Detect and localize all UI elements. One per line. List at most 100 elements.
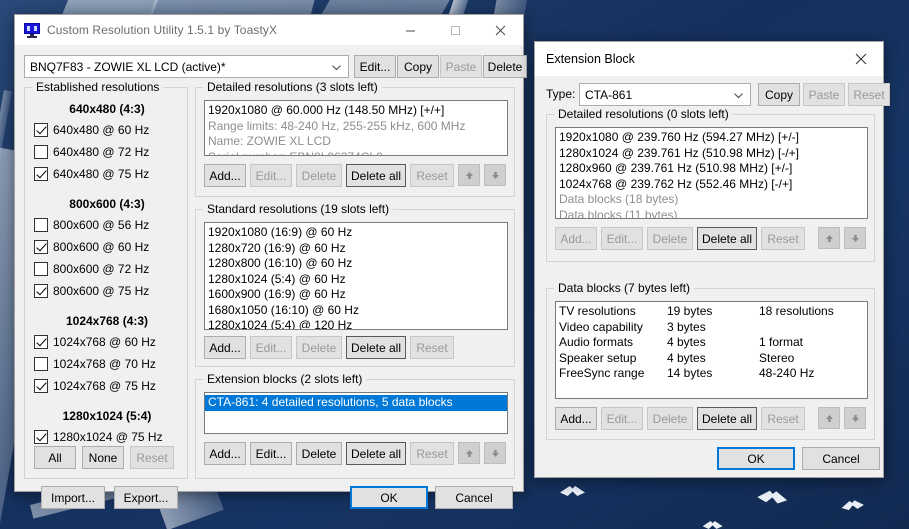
detailed-resolutions-list[interactable]: 1920x1080 @ 60.000 Hz (148.50 MHz) [+/+]…: [204, 100, 508, 156]
list-item[interactable]: Name: ZOWIE XL LCD: [205, 134, 507, 150]
established-checkbox-row[interactable]: 800x600 @ 72 Hz: [34, 258, 180, 280]
checkbox-icon[interactable]: [34, 430, 48, 444]
list-item[interactable]: 1600x900 (16:9) @ 60 Hz: [205, 287, 507, 303]
dialog-ok-button[interactable]: OK: [717, 447, 795, 470]
checkbox-icon[interactable]: [34, 379, 48, 393]
table-row[interactable]: Video capability 3 bytes: [556, 320, 867, 336]
dialog-detailed-reset-button[interactable]: Reset: [761, 227, 805, 250]
detailed-move-down-button[interactable]: [484, 164, 506, 186]
list-item[interactable]: 1680x1050 (16:10) @ 60 Hz: [205, 303, 507, 319]
dialog-detailed-move-down-button[interactable]: [844, 227, 866, 249]
delete-edid-button[interactable]: Delete: [483, 55, 527, 78]
list-item[interactable]: Data blocks (18 bytes): [556, 192, 867, 208]
list-item[interactable]: Data blocks (11 bytes): [556, 208, 867, 219]
standard-edit-button[interactable]: Edit...: [250, 336, 292, 359]
checkbox-icon[interactable]: [34, 123, 48, 137]
standard-delete-button[interactable]: Delete: [296, 336, 342, 359]
dialog-detailed-delete-all-button[interactable]: Delete all: [697, 227, 757, 250]
list-item[interactable]: 1280x1024 (5:4) @ 60 Hz: [205, 272, 507, 288]
edit-edid-button[interactable]: Edit...: [354, 55, 396, 78]
detailed-delete-button[interactable]: Delete: [296, 164, 342, 187]
standard-add-button[interactable]: Add...: [204, 336, 246, 359]
standard-delete-all-button[interactable]: Delete all: [346, 336, 406, 359]
detailed-edit-button[interactable]: Edit...: [250, 164, 292, 187]
extension-move-up-button[interactable]: [458, 442, 480, 464]
established-checkbox-row[interactable]: 1280x1024 @ 75 Hz: [34, 426, 180, 448]
data-blocks-delete-button[interactable]: Delete: [647, 407, 693, 430]
extension-delete-all-button[interactable]: Delete all: [346, 442, 406, 465]
established-reset-button[interactable]: Reset: [130, 446, 174, 469]
list-item[interactable]: 1920x1080 @ 60.000 Hz (148.50 MHz) [+/+]: [205, 103, 507, 119]
established-checkbox-row[interactable]: 640x480 @ 75 Hz: [34, 163, 180, 185]
type-paste-button[interactable]: Paste: [803, 83, 845, 106]
checkbox-icon[interactable]: [34, 145, 48, 159]
standard-resolutions-list[interactable]: 1920x1080 (16:9) @ 60 Hz 1280x720 (16:9)…: [204, 222, 508, 330]
established-checkbox-row[interactable]: 800x600 @ 75 Hz: [34, 280, 180, 302]
checkbox-icon[interactable]: [34, 167, 48, 181]
checkbox-icon[interactable]: [34, 357, 48, 371]
table-row[interactable]: FreeSync range 14 bytes 48-240 Hz: [556, 366, 867, 382]
list-item[interactable]: 1024x768 @ 239.762 Hz (552.46 MHz) [-/+]: [556, 177, 867, 193]
established-checkbox-row[interactable]: 800x600 @ 56 Hz: [34, 214, 180, 236]
checkbox-icon[interactable]: [34, 218, 48, 232]
data-blocks-move-down-button[interactable]: [844, 407, 866, 429]
main-titlebar[interactable]: Custom Resolution Utility 1.5.1 by Toast…: [15, 15, 523, 45]
list-item[interactable]: 1280x1024 (5:4) @ 120 Hz: [205, 318, 507, 329]
extension-blocks-list[interactable]: CTA-861: 4 detailed resolutions, 5 data …: [204, 392, 508, 434]
data-blocks-add-button[interactable]: Add...: [555, 407, 597, 430]
dialog-detailed-edit-button[interactable]: Edit...: [601, 227, 643, 250]
dialog-titlebar[interactable]: Extension Block: [535, 42, 883, 76]
maximize-icon[interactable]: [433, 15, 478, 45]
list-item[interactable]: Range limits: 48-240 Hz, 255-255 kHz, 60…: [205, 119, 507, 135]
table-row[interactable]: TV resolutions 19 bytes 18 resolutions: [556, 304, 867, 320]
extension-move-down-button[interactable]: [484, 442, 506, 464]
detailed-delete-all-button[interactable]: Delete all: [346, 164, 406, 187]
established-checkbox-row[interactable]: 1024x768 @ 70 Hz: [34, 353, 180, 375]
established-all-button[interactable]: All: [34, 446, 76, 469]
dialog-detailed-move-up-button[interactable]: [818, 227, 840, 249]
list-item[interactable]: 1280x800 (16:10) @ 60 Hz: [205, 256, 507, 272]
monitor-select[interactable]: BNQ7F83 - ZOWIE XL LCD (active)*: [24, 55, 349, 78]
type-reset-button[interactable]: Reset: [848, 83, 890, 106]
established-none-button[interactable]: None: [82, 446, 124, 469]
data-blocks-move-up-button[interactable]: [818, 407, 840, 429]
list-item[interactable]: 1280x960 @ 239.761 Hz (510.98 MHz) [+/-]: [556, 161, 867, 177]
detailed-move-up-button[interactable]: [458, 164, 480, 186]
ok-button[interactable]: OK: [350, 486, 428, 509]
close-icon[interactable]: [478, 15, 523, 45]
checkbox-icon[interactable]: [34, 262, 48, 276]
detailed-reset-button[interactable]: Reset: [410, 164, 454, 187]
list-item[interactable]: CTA-861: 4 detailed resolutions, 5 data …: [205, 395, 507, 411]
checkbox-icon[interactable]: [34, 240, 48, 254]
extension-add-button[interactable]: Add...: [204, 442, 246, 465]
detailed-add-button[interactable]: Add...: [204, 164, 246, 187]
type-select[interactable]: CTA-861: [579, 83, 751, 106]
checkbox-icon[interactable]: [34, 335, 48, 349]
list-item[interactable]: 1920x1080 (16:9) @ 60 Hz: [205, 225, 507, 241]
data-blocks-reset-button[interactable]: Reset: [761, 407, 805, 430]
established-checkbox-row[interactable]: 640x480 @ 72 Hz: [34, 141, 180, 163]
extension-reset-button[interactable]: Reset: [410, 442, 454, 465]
data-blocks-edit-button[interactable]: Edit...: [601, 407, 643, 430]
table-row[interactable]: Audio formats 4 bytes 1 format: [556, 335, 867, 351]
list-item[interactable]: 1280x720 (16:9) @ 60 Hz: [205, 241, 507, 257]
list-item[interactable]: 1920x1080 @ 239.760 Hz (594.27 MHz) [+/-…: [556, 130, 867, 146]
dialog-cancel-button[interactable]: Cancel: [802, 447, 880, 470]
cancel-button[interactable]: Cancel: [435, 486, 513, 509]
extension-delete-button[interactable]: Delete: [296, 442, 342, 465]
paste-edid-button[interactable]: Paste: [440, 55, 482, 78]
dialog-detailed-resolutions-list[interactable]: 1920x1080 @ 239.760 Hz (594.27 MHz) [+/-…: [555, 127, 868, 219]
minimize-icon[interactable]: [388, 15, 433, 45]
copy-edid-button[interactable]: Copy: [397, 55, 439, 78]
established-checkbox-row[interactable]: 1024x768 @ 60 Hz: [34, 331, 180, 353]
dialog-detailed-add-button[interactable]: Add...: [555, 227, 597, 250]
data-blocks-delete-all-button[interactable]: Delete all: [697, 407, 757, 430]
list-item[interactable]: Serial number: EBN8L06274CL0: [205, 150, 507, 156]
import-button[interactable]: Import...: [41, 486, 105, 509]
established-checkbox-row[interactable]: 640x480 @ 60 Hz: [34, 119, 180, 141]
list-item[interactable]: 1280x1024 @ 239.761 Hz (510.98 MHz) [-/+…: [556, 146, 867, 162]
table-row[interactable]: Speaker setup 4 bytes Stereo: [556, 351, 867, 367]
type-copy-button[interactable]: Copy: [758, 83, 800, 106]
checkbox-icon[interactable]: [34, 284, 48, 298]
extension-edit-button[interactable]: Edit...: [250, 442, 292, 465]
